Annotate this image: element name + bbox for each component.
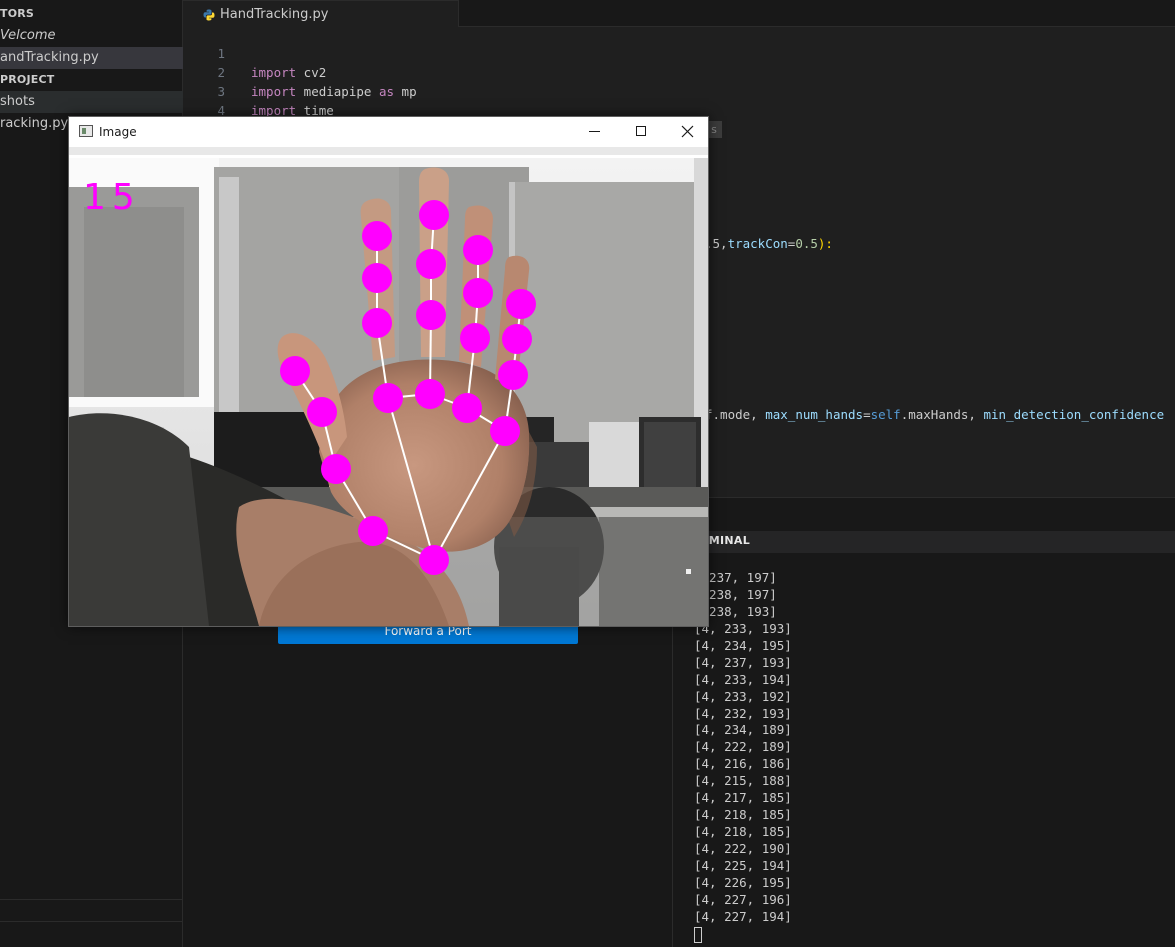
terminal-line: [4, 225, 194] <box>694 857 792 873</box>
landmark-point <box>463 235 493 265</box>
project-header[interactable]: PROJECT <box>0 69 183 91</box>
code-line[interactable]: 1 import cv2 <box>183 25 326 80</box>
param-name: min_detection_confidence <box>983 407 1165 422</box>
landmark-point <box>321 454 351 484</box>
minimize-button[interactable] <box>572 117 618 147</box>
terminal-cursor <box>694 927 702 943</box>
code-line-partial[interactable]: f.mode, max_num_hands=self.maxHands, min… <box>705 405 1164 424</box>
terminal-line: [4, 232, 193] <box>694 705 792 721</box>
window-title: Image <box>99 125 137 139</box>
landmark-point <box>307 397 337 427</box>
close-icon <box>681 125 694 138</box>
keyword: import <box>251 84 297 99</box>
code-line[interactable]: 4 <box>183 82 225 118</box>
sidebar-divider <box>0 899 183 900</box>
code-text: f.mode, <box>705 407 766 422</box>
terminal-line: [4, 227, 196] <box>694 891 792 907</box>
landmark-point <box>416 249 446 279</box>
landmark-point <box>460 323 490 353</box>
close-button[interactable] <box>664 117 710 147</box>
landmark-point <box>506 289 536 319</box>
code-text: mp <box>394 84 417 99</box>
tab-label: HandTracking.py <box>220 7 329 22</box>
number-literal: 0.5 <box>795 236 818 251</box>
terminal-line: [4, 217, 185] <box>694 790 792 806</box>
editor-tabbar: HandTracking.py <box>183 0 1175 27</box>
landmark-point <box>419 545 449 575</box>
terminal-line: [4, 218, 185] <box>694 807 792 823</box>
maximize-icon <box>636 126 646 136</box>
code-text: = <box>863 407 871 422</box>
terminal-line: [4, 233, 192] <box>694 688 792 704</box>
terminal-header <box>683 531 1175 553</box>
landmark-point <box>502 324 532 354</box>
terminal-line: [4, 233, 194] <box>694 671 792 687</box>
terminal-line: [4, 234, 195] <box>694 637 792 653</box>
open-editor-handtracking[interactable]: andTracking.py <box>0 47 183 69</box>
landmark-point <box>358 516 388 546</box>
landmark-point <box>490 416 520 446</box>
code-line[interactable]: 2 import mediapipe as mp <box>183 44 416 99</box>
landmark-point <box>452 393 482 423</box>
terminal-line: [4, 226, 195] <box>694 874 792 890</box>
param-name: trackCon <box>727 236 788 251</box>
fps-counter: 15 <box>83 177 141 218</box>
camera-frame: 15 <box>69 147 708 626</box>
window-titlebar[interactable]: Image <box>69 117 708 147</box>
code-text: cv2 <box>296 65 327 80</box>
self-keyword: self <box>870 407 901 422</box>
keyword: as <box>378 84 395 99</box>
python-file-icon <box>203 9 215 21</box>
landmark-point <box>463 278 493 308</box>
code-text: mediapipe <box>296 84 379 99</box>
code-line-partial[interactable]: .5,trackCon=0.5): <box>705 234 833 253</box>
code-text: ): <box>817 236 833 251</box>
tab-handtracking[interactable]: HandTracking.py <box>183 0 459 27</box>
window-app-icon <box>79 125 93 137</box>
image-window[interactable]: Image 15 <box>68 116 709 627</box>
param-name: max_num_hands <box>765 407 864 422</box>
landmark-point <box>362 308 392 338</box>
sidebar-divider <box>0 921 183 922</box>
open-editor-welcome[interactable]: Velcome <box>0 25 183 47</box>
landmark-point <box>415 379 445 409</box>
landmark-point <box>498 360 528 390</box>
terminal-line: [4, 218, 185] <box>694 824 792 840</box>
landmark-point <box>362 263 392 293</box>
terminal-line: [4, 222, 189] <box>694 739 792 755</box>
terminal-line: [4, 215, 188] <box>694 773 792 789</box>
landmark-point <box>362 221 392 251</box>
webcam-image <box>69 147 708 626</box>
terminal-line: [4, 222, 190] <box>694 841 792 856</box>
code-text: .maxHands, <box>900 407 984 422</box>
keyword: import <box>251 65 297 80</box>
folder-item-shots[interactable]: shots <box>0 91 183 113</box>
terminal-line: [4, 216, 186] <box>694 756 792 772</box>
minimize-icon <box>589 131 600 132</box>
terminal-line: [4, 227, 194] <box>694 908 792 924</box>
maximize-button[interactable] <box>618 117 664 147</box>
landmark-point <box>416 300 446 330</box>
terminal-line: [4, 234, 189] <box>694 722 792 738</box>
landmark-point <box>419 200 449 230</box>
open-editors-header[interactable]: TORS <box>0 3 183 25</box>
landmark-point <box>373 383 403 413</box>
landmark-point <box>280 356 310 386</box>
terminal-line: [4, 237, 193] <box>694 654 792 670</box>
code-line[interactable]: 3 import time <box>183 63 333 118</box>
